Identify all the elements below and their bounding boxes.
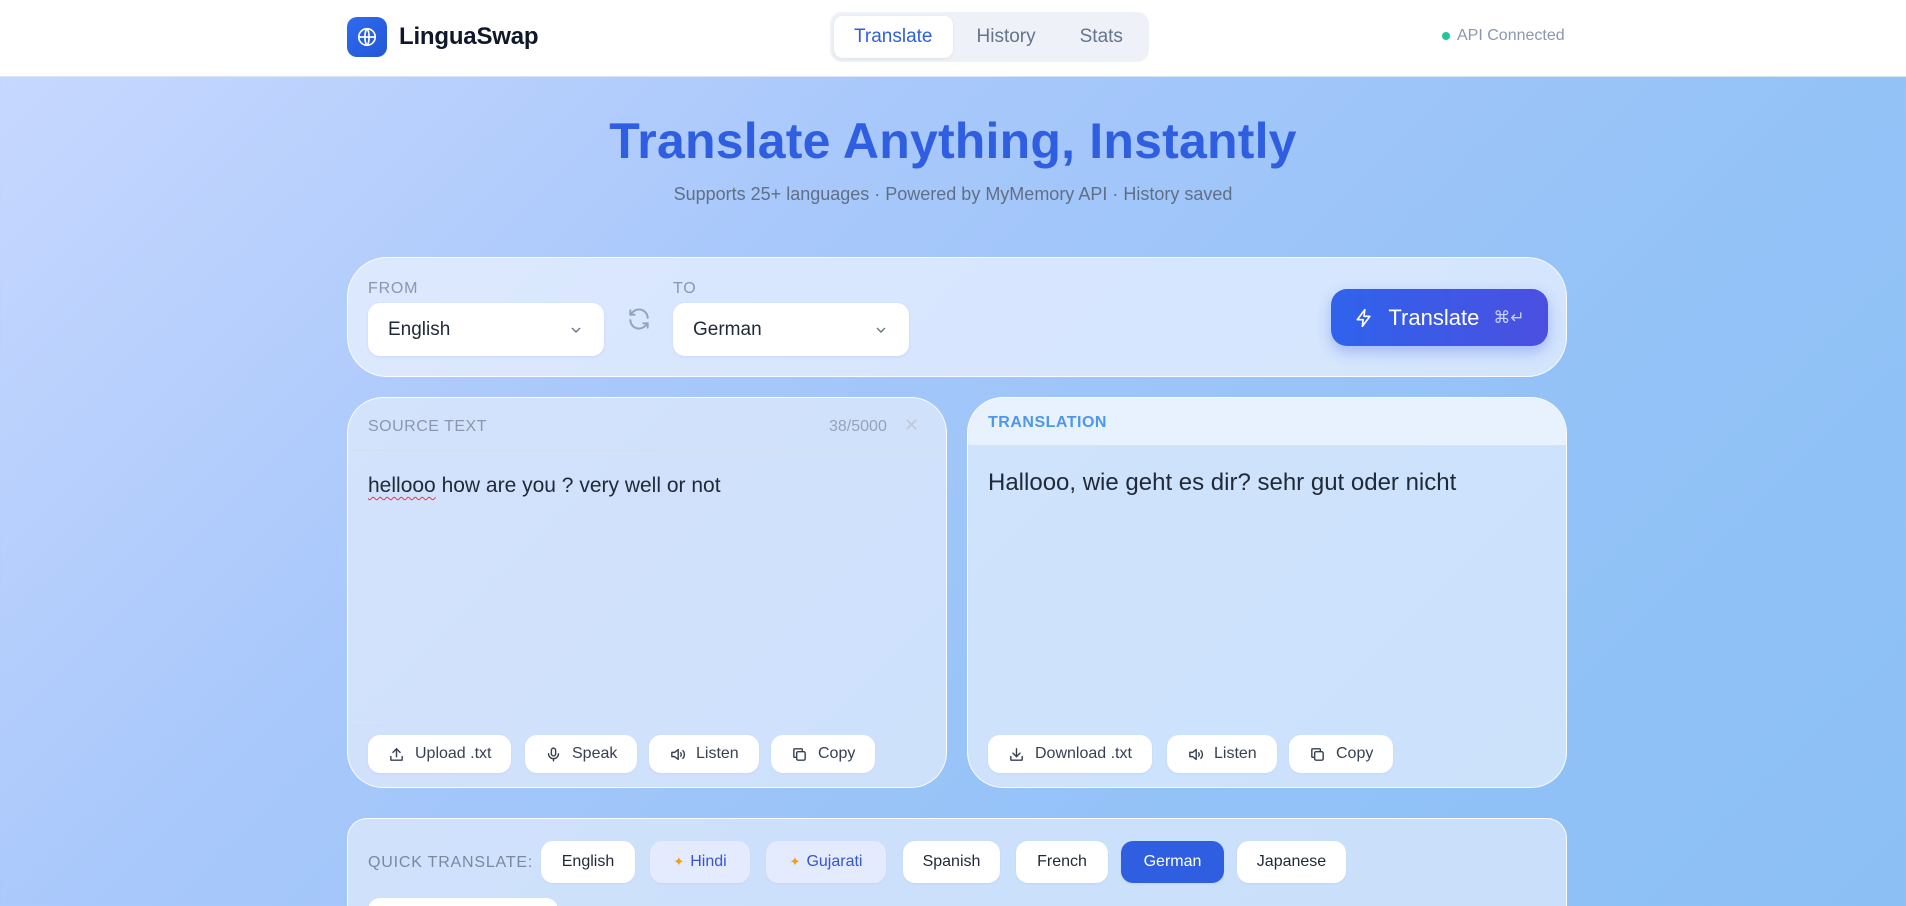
top-navbar: LinguaSwap Translate History Stats API C…	[0, 0, 1906, 77]
translate-button[interactable]: Translate ⌘↵	[1331, 289, 1548, 346]
listen-label: Listen	[1214, 745, 1257, 762]
listen-source-button[interactable]: Listen	[649, 735, 759, 773]
quick-translate-bar: QUICK TRANSLATE: English ✦ Hindi ✦ Gujar…	[347, 818, 1567, 906]
globe-icon	[347, 17, 387, 57]
microphone-icon	[547, 746, 560, 762]
copy-translation-button[interactable]: Copy	[1289, 735, 1394, 773]
source-panel: SOURCE TEXT 38/5000 ✕ hellooo how are yo…	[347, 397, 947, 788]
lightning-icon	[1356, 308, 1372, 327]
speak-button[interactable]: Speak	[525, 735, 638, 773]
source-text-rest: how are you ? very well or not	[435, 474, 721, 497]
keyboard-shortcut: ⌘↵	[1493, 307, 1525, 327]
download-txt-button[interactable]: Download .txt	[988, 735, 1152, 773]
copy-icon	[1311, 747, 1324, 761]
sparkle-icon: ✦	[673, 854, 685, 869]
brand-name: LinguaSwap	[399, 23, 539, 50]
main-tabs: Translate History Stats	[830, 12, 1149, 62]
speaker-icon	[1189, 748, 1204, 760]
chip-label: English	[561, 853, 615, 870]
translate-button-label: Translate	[1388, 304, 1480, 330]
tab-stats[interactable]: Stats	[1060, 16, 1143, 58]
source-panel-title: SOURCE TEXT	[368, 418, 487, 435]
swap-languages-icon[interactable]	[626, 306, 652, 332]
download-icon	[1010, 747, 1023, 761]
quick-lang-english[interactable]: English	[541, 841, 635, 883]
copy-icon	[793, 747, 806, 761]
quick-lang-hindi[interactable]: ✦ Hindi	[650, 841, 750, 883]
from-label: FROM	[368, 280, 419, 297]
from-language-value: English	[388, 318, 451, 340]
translation-actions: Download .txt Listen Copy	[968, 725, 1566, 787]
speak-label: Speak	[572, 745, 618, 762]
chevron-down-icon	[876, 327, 886, 333]
source-actions: Upload .txt Speak Listen Copy	[348, 725, 946, 787]
quick-lang-more[interactable]	[368, 898, 558, 906]
chip-label: Hindi	[690, 853, 727, 870]
chip-label: German	[1143, 853, 1202, 870]
translation-output: Hallooo, wie geht es dir? sehr gut oder …	[988, 469, 1457, 496]
translation-panel: TRANSLATION Hallooo, wie geht es dir? se…	[967, 397, 1567, 788]
translation-panel-title: TRANSLATION	[988, 414, 1107, 431]
chip-label: French	[1037, 853, 1087, 870]
quick-lang-spanish[interactable]: Spanish	[903, 841, 1000, 883]
quick-lang-japanese[interactable]: Japanese	[1237, 841, 1346, 883]
chevron-down-icon	[571, 327, 581, 333]
chip-label: Gujarati	[806, 853, 863, 870]
speaker-icon	[671, 748, 686, 760]
status-dot-icon	[1442, 32, 1450, 40]
copy-label: Copy	[1336, 745, 1374, 762]
quick-lang-german[interactable]: German	[1121, 841, 1224, 883]
misspelled-word: hellooo	[368, 474, 436, 497]
language-bar: FROM English TO German Translate ⌘↵	[347, 257, 1567, 377]
clear-text-icon[interactable]: ✕	[904, 415, 919, 436]
download-label: Download .txt	[1035, 745, 1132, 762]
character-counter: 38/5000	[829, 418, 887, 435]
tab-translate[interactable]: Translate	[834, 16, 953, 58]
upload-label: Upload .txt	[415, 745, 492, 762]
api-status-label: API Connected	[1457, 27, 1565, 44]
page-subtitle: Supports 25+ languages · Powered by MyMe…	[673, 184, 1233, 204]
to-language-select[interactable]: German	[673, 303, 909, 356]
page-title: Translate Anything, Instantly	[609, 113, 1297, 169]
quick-lang-french[interactable]: French	[1016, 841, 1108, 883]
brand[interactable]: LinguaSwap	[347, 17, 539, 57]
chip-label: Japanese	[1256, 853, 1327, 870]
upload-icon	[390, 747, 403, 761]
copy-label: Copy	[818, 745, 856, 762]
source-panel-header: SOURCE TEXT 38/5000 ✕	[348, 398, 946, 451]
translation-panel-header: TRANSLATION	[968, 398, 1566, 445]
quick-lang-gujarati[interactable]: ✦ Gujarati	[766, 841, 886, 883]
from-language-select[interactable]: English	[368, 303, 604, 356]
source-text-input[interactable]: hellooo how are you ? very well or not	[368, 474, 721, 498]
chip-label: Spanish	[922, 853, 981, 870]
listen-label: Listen	[696, 745, 739, 762]
api-status: API Connected	[1442, 27, 1565, 45]
sparkle-icon: ✦	[789, 854, 801, 869]
quick-translate-label: QUICK TRANSLATE:	[368, 854, 534, 871]
tab-history[interactable]: History	[957, 16, 1056, 58]
copy-source-button[interactable]: Copy	[771, 735, 876, 773]
to-language-value: German	[693, 318, 762, 340]
listen-translation-button[interactable]: Listen	[1167, 735, 1277, 773]
upload-txt-button[interactable]: Upload .txt	[368, 735, 512, 773]
to-label: TO	[673, 280, 697, 297]
